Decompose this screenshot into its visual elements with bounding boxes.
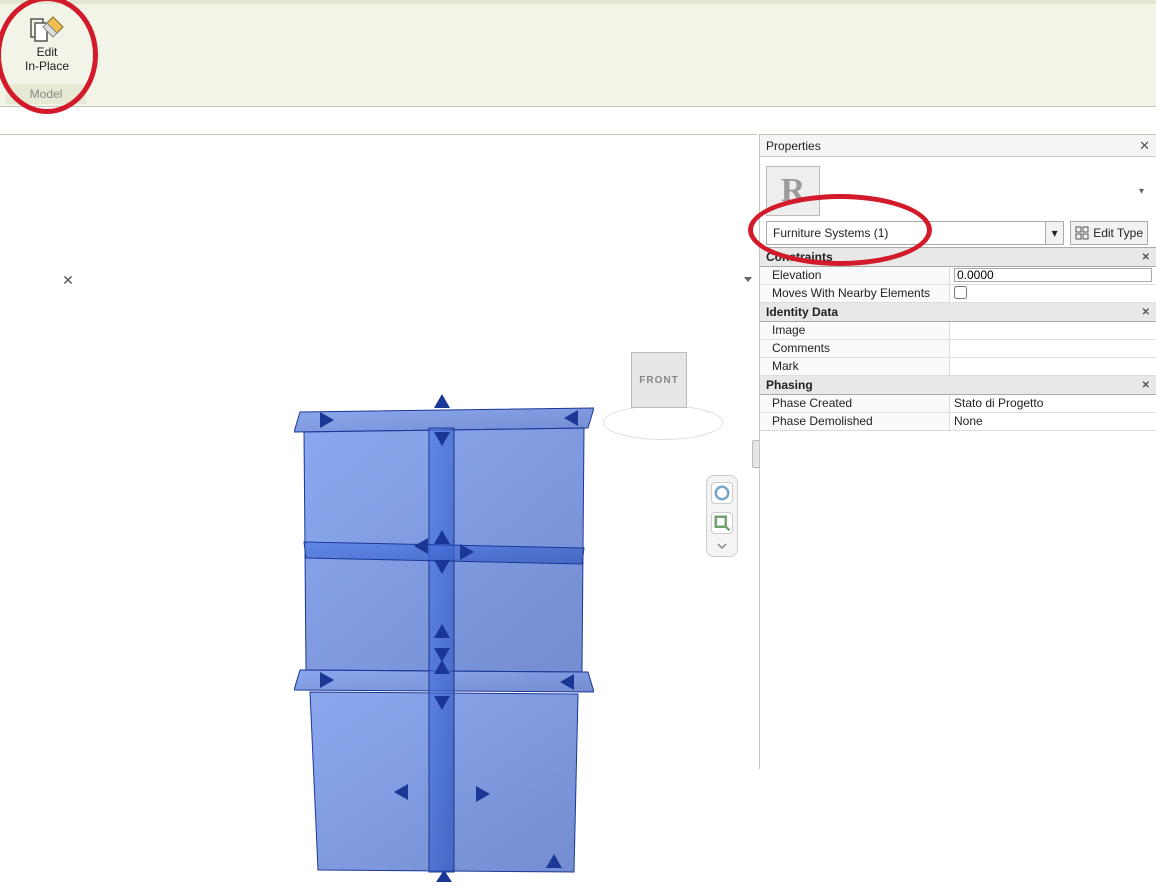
- section-constraints-label: Constraints: [766, 250, 833, 264]
- section-identity-toggle-icon[interactable]: ✕: [1142, 307, 1150, 318]
- properties-title: Properties: [766, 139, 821, 153]
- ribbon: Edit In-Place Model: [0, 0, 1156, 107]
- edit-in-place-label-2: In-Place: [24, 59, 70, 73]
- label-elevation: Elevation: [760, 267, 950, 284]
- section-identity-label: Identity Data: [766, 305, 838, 319]
- label-comments: Comments: [760, 340, 950, 357]
- ribbon-panel-label: Model: [6, 84, 86, 104]
- selected-model[interactable]: [294, 392, 594, 882]
- ribbon-strip: [0, 0, 1156, 4]
- properties-header: Properties ✕: [760, 135, 1156, 157]
- section-constraints-toggle-icon[interactable]: ✕: [1142, 252, 1150, 263]
- view-tab-close-icon[interactable]: ✕: [60, 272, 76, 288]
- row-phase-demolished: Phase Demolished None: [760, 413, 1156, 431]
- edit-in-place-icon: [29, 15, 65, 43]
- section-phasing[interactable]: Phasing ✕: [760, 376, 1156, 395]
- label-image: Image: [760, 322, 950, 339]
- viewcube[interactable]: FRONT: [603, 350, 723, 440]
- view-tab-menu-icon[interactable]: [742, 273, 754, 285]
- properties-panel: Properties ✕ R ▾ Furniture Systems (1) ▾…: [759, 134, 1156, 769]
- row-comments: Comments: [760, 340, 1156, 358]
- edit-in-place-label-1: Edit: [24, 45, 70, 59]
- type-selector-dropdown-icon[interactable]: ▾: [1045, 222, 1063, 244]
- edit-type-label: Edit Type: [1093, 226, 1143, 240]
- checkbox-moves-with[interactable]: [954, 286, 967, 299]
- row-moves-with: Moves With Nearby Elements: [760, 285, 1156, 303]
- category-icon: R: [766, 166, 820, 216]
- nav-bar: [706, 475, 738, 557]
- row-elevation: Elevation: [760, 267, 1156, 285]
- properties-close-icon[interactable]: ✕: [1139, 138, 1150, 154]
- section-phasing-toggle-icon[interactable]: ✕: [1142, 380, 1150, 391]
- section-identity[interactable]: Identity Data ✕: [760, 303, 1156, 322]
- section-phasing-label: Phasing: [766, 378, 813, 392]
- viewport-3d[interactable]: ✕ FRONT: [0, 134, 757, 769]
- viewcube-compass[interactable]: [603, 405, 723, 440]
- nav-expand-icon[interactable]: [716, 542, 728, 550]
- nav-zoom-button[interactable]: [711, 512, 733, 534]
- type-selector-label: Furniture Systems (1): [767, 222, 1045, 244]
- row-mark: Mark: [760, 358, 1156, 376]
- value-image[interactable]: [950, 322, 1156, 339]
- label-phase-demolished: Phase Demolished: [760, 413, 950, 430]
- nav-wheel-button[interactable]: [711, 482, 733, 504]
- edit-type-button[interactable]: Edit Type: [1070, 221, 1148, 245]
- edit-type-icon: [1075, 226, 1089, 240]
- row-image: Image: [760, 322, 1156, 340]
- viewcube-face[interactable]: FRONT: [631, 352, 687, 408]
- label-phase-created: Phase Created: [760, 395, 950, 412]
- properties-grid: Constraints ✕ Elevation Moves With Nearb…: [760, 247, 1156, 431]
- category-dropdown-icon[interactable]: ▾: [1139, 186, 1144, 197]
- value-comments[interactable]: [950, 340, 1156, 357]
- label-mark: Mark: [760, 358, 950, 375]
- value-mark[interactable]: [950, 358, 1156, 375]
- section-constraints[interactable]: Constraints ✕: [760, 248, 1156, 267]
- category-row: R ▾: [760, 163, 1156, 219]
- type-selector[interactable]: Furniture Systems (1) ▾: [766, 221, 1064, 245]
- value-phase-created[interactable]: Stato di Progetto: [950, 395, 1156, 412]
- input-elevation[interactable]: [954, 268, 1152, 282]
- value-phase-demolished[interactable]: None: [950, 413, 1156, 430]
- edit-in-place-button[interactable]: Edit In-Place: [24, 15, 70, 73]
- row-phase-created: Phase Created Stato di Progetto: [760, 395, 1156, 413]
- label-moves-with: Moves With Nearby Elements: [760, 285, 950, 302]
